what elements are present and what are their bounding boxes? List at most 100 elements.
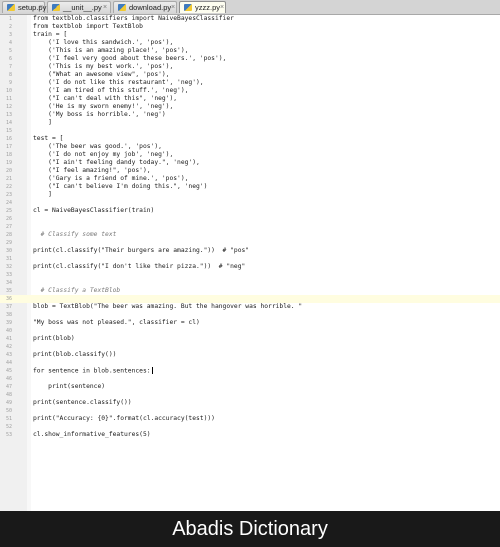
close-icon[interactable]: × <box>171 2 175 13</box>
line-number: 15 <box>5 128 12 134</box>
line-number: 11 <box>5 96 12 102</box>
code-line[interactable]: 22 ("I can't believe I'm doing this.", '… <box>0 183 500 191</box>
code-text: blob = TextBlob("The beer was amazing. B… <box>33 303 303 310</box>
code-line[interactable]: 5 ('This is an amazing place!', 'pos'), <box>0 47 500 55</box>
code-line[interactable]: 39 "My boss was not pleased.", classifier… <box>0 319 500 327</box>
code-line[interactable]: 44 <box>0 359 500 367</box>
line-number: 34 <box>5 280 12 286</box>
code-line[interactable]: 43 print(blob.classify()) <box>0 351 500 359</box>
line-number: 17 <box>5 144 12 150</box>
code-line[interactable]: 2 from textblob import TextBlob <box>0 23 500 31</box>
code-line[interactable]: 21 ('Gary is a friend of mine.', 'pos'), <box>0 175 500 183</box>
code-line[interactable]: 30 print(cl.classify("Their burgers are a… <box>0 247 500 255</box>
code-line[interactable]: 9 ('I do not like this restaurant', 'neg… <box>0 79 500 87</box>
code-line[interactable]: 33 <box>0 271 500 279</box>
code-line[interactable]: 26 <box>0 215 500 223</box>
code-text: print(blob) <box>33 335 75 342</box>
line-number: 18 <box>5 152 12 158</box>
code-line[interactable]: 10 ('I am tired of this stuff.', 'neg'), <box>0 87 500 95</box>
line-number: 41 <box>5 336 12 342</box>
code-line[interactable]: 51 print("Accuracy: {0}".format(cl.accura… <box>0 415 500 423</box>
code-line[interactable]: 34 <box>0 279 500 287</box>
code-line[interactable]: 6 ('I feel very good about these beers.'… <box>0 55 500 63</box>
code-line[interactable]: 32 print(cl.classify("I don't like their … <box>0 263 500 271</box>
code-line[interactable]: 12 ('He is my sworn enemy!', 'neg'), <box>0 103 500 111</box>
line-number: 29 <box>5 240 12 246</box>
line-number: 14 <box>5 120 12 126</box>
line-number: 26 <box>5 216 12 222</box>
line-number: 27 <box>5 224 12 230</box>
line-number: 7 <box>8 64 12 70</box>
code-line[interactable]: 1 from textblob.classifiers import NaiveB… <box>0 15 500 23</box>
code-line[interactable]: 37 blob = TextBlob("The beer was amazing.… <box>0 303 500 311</box>
code-line[interactable]: 8 ("What an awesome view", 'pos'), <box>0 71 500 79</box>
code-line[interactable]: 20 ("I feel amazing!", 'pos'), <box>0 167 500 175</box>
close-icon[interactable]: × <box>220 2 224 13</box>
code-line[interactable]: 45 for sentence in blob.sentences: <box>0 367 500 375</box>
tab-2[interactable]: download.py × <box>113 1 177 13</box>
close-icon[interactable]: × <box>39 2 43 13</box>
line-number: 43 <box>5 352 12 358</box>
code-line[interactable]: 50 <box>0 407 500 415</box>
line-number: 40 <box>5 328 12 334</box>
code-line[interactable]: 13 ('My boss is horrible.', 'neg') <box>0 111 500 119</box>
code-line[interactable]: 24 <box>0 199 500 207</box>
line-number: 5 <box>8 48 12 54</box>
code-line[interactable]: 16 test = [ <box>0 135 500 143</box>
code-line[interactable]: 3 train = [ <box>0 31 500 39</box>
line-number: 20 <box>5 168 12 174</box>
code-line[interactable]: 35 # Classify a TextBlob <box>0 287 500 295</box>
code-line[interactable]: 7 ('This is my best work.', 'pos'), <box>0 63 500 71</box>
tab-0[interactable]: setup.py × <box>2 1 46 13</box>
line-number: 16 <box>5 136 12 142</box>
line-number: 44 <box>5 360 12 366</box>
code-line[interactable]: 19 ("I ain't feeling dandy today.", 'neg… <box>0 159 500 167</box>
line-number: 22 <box>5 184 12 190</box>
line-number: 35 <box>5 288 12 294</box>
code-line[interactable]: 40 <box>0 327 500 335</box>
code-line[interactable]: 27 <box>0 223 500 231</box>
python-file-icon <box>52 4 60 11</box>
code-line[interactable]: 38 <box>0 311 500 319</box>
line-number: 51 <box>5 416 12 422</box>
code-text: ("I can't deal with this", 'neg'), <box>33 95 178 102</box>
code-line[interactable]: 53 cl.show_informative_features(5) <box>0 431 500 439</box>
code-line[interactable]: 11 ("I can't deal with this", 'neg'), <box>0 95 500 103</box>
code-text: from textblob import TextBlob <box>33 23 143 30</box>
close-icon[interactable]: × <box>103 2 107 13</box>
line-number: 6 <box>8 56 12 62</box>
code-text: ('Gary is a friend of mine.', 'pos'), <box>33 175 189 182</box>
code-line[interactable]: 18 ('I do not enjoy my job', 'neg'), <box>0 151 500 159</box>
code-line[interactable]: 31 <box>0 255 500 263</box>
code-text: print(sentence.classify()) <box>33 399 132 406</box>
code-line[interactable]: 47 print(sentence) <box>0 383 500 391</box>
code-line[interactable]: 15 <box>0 127 500 135</box>
code-line[interactable]: 52 <box>0 423 500 431</box>
line-number: 10 <box>5 88 12 94</box>
code-line[interactable]: 49 print(sentence.classify()) <box>0 399 500 407</box>
code-line[interactable]: 41 print(blob) <box>0 335 500 343</box>
code-line[interactable]: 25 cl = NaiveBayesClassifier(train) <box>0 207 500 215</box>
code-text: ('He is my sworn enemy!', 'neg'), <box>33 103 174 110</box>
code-line[interactable]: 36 <box>0 295 500 303</box>
code-text: cl.show_informative_features(5) <box>33 431 151 438</box>
code-text: ] <box>33 119 52 126</box>
line-number: 33 <box>5 272 12 278</box>
code-line[interactable]: 14 ] <box>0 119 500 127</box>
code-editor[interactable]: 1 from textblob.classifiers import NaiveB… <box>0 15 500 511</box>
code-text: print(blob.classify()) <box>33 351 117 358</box>
code-line[interactable]: 42 <box>0 343 500 351</box>
line-number: 42 <box>5 344 12 350</box>
code-line[interactable]: 48 <box>0 391 500 399</box>
code-line[interactable]: 23 ] <box>0 191 500 199</box>
code-line[interactable]: 28 # Classify some text <box>0 231 500 239</box>
tab-3[interactable]: yzzz.py × <box>179 1 226 13</box>
watermark-banner: Abadis Dictionary <box>0 511 500 547</box>
line-number: 45 <box>5 368 12 374</box>
tab-1[interactable]: __unit__.py × <box>47 1 111 13</box>
code-line[interactable]: 4 ('I love this sandwich.', 'pos'), <box>0 39 500 47</box>
code-line[interactable]: 46 <box>0 375 500 383</box>
line-number: 49 <box>5 400 12 406</box>
code-line[interactable]: 29 <box>0 239 500 247</box>
code-line[interactable]: 17 ('The beer was good.', 'pos'), <box>0 143 500 151</box>
